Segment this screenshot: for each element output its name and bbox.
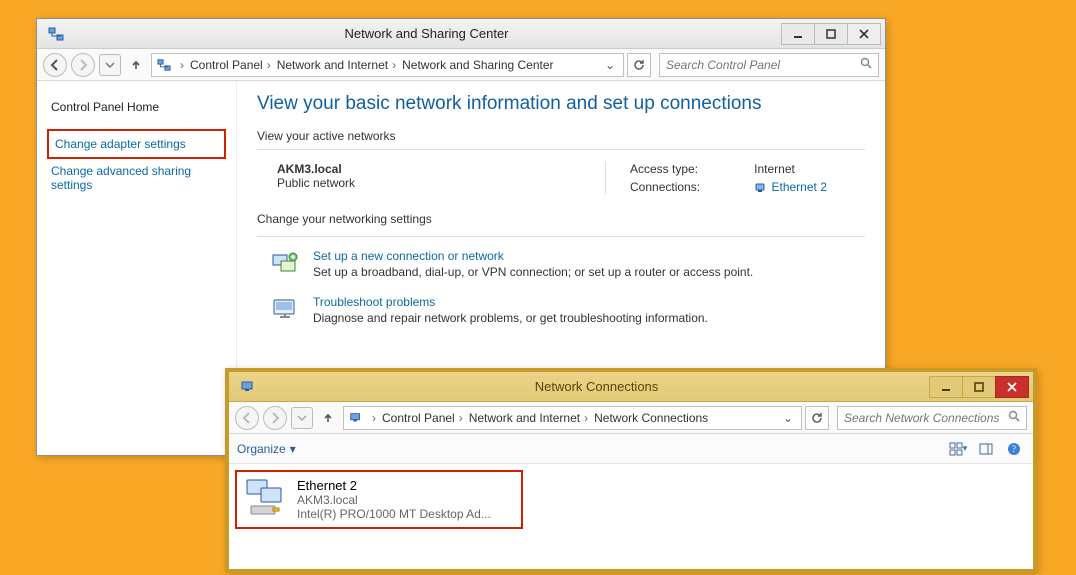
chevron-right-icon: › [263,58,275,72]
breadcrumb[interactable]: Network Connections [594,411,710,425]
breadcrumb[interactable]: › [176,58,190,72]
app-icon [239,378,257,396]
network-name: AKM3.local [277,162,565,176]
setup-connection-icon [271,249,299,277]
window-title: Network and Sharing Center [71,26,782,41]
search-input[interactable] [844,411,1008,425]
window-controls [782,23,881,45]
nav-back-button[interactable] [235,406,259,430]
change-settings-label: Change your networking settings [257,212,865,226]
toolbar: Organize ▾ ▾ ? [229,434,1033,464]
setting-troubleshoot: Troubleshoot problems Diagnose and repai… [271,295,865,325]
chevron-right-icon: › [455,411,467,425]
nav-row: › Control Panel› Network and Internet› N… [229,402,1033,434]
connections-label: Connections: [630,180,738,194]
adapter-domain: AKM3.local [297,493,517,507]
breadcrumb[interactable]: › [368,411,382,425]
adapter-device: Intel(R) PRO/1000 MT Desktop Ad... [297,507,517,521]
breadcrumb[interactable]: Network and Internet› [277,58,402,72]
access-type-label: Access type: [630,162,738,176]
divider [257,236,865,237]
chevron-right-icon: › [388,58,400,72]
nav-row: › Control Panel› Network and Internet› N… [37,49,885,81]
connection-link[interactable]: Ethernet 2 [772,180,827,194]
close-button[interactable] [847,23,881,45]
search-icon [1008,410,1020,425]
setup-connection-link[interactable]: Set up a new connection or network [313,249,753,263]
refresh-button[interactable] [627,53,651,77]
maximize-button[interactable] [814,23,848,45]
breadcrumb[interactable]: Control Panel› [190,58,277,72]
troubleshoot-desc: Diagnose and repair network problems, or… [313,311,708,325]
breadcrumb[interactable]: Network and Sharing Center [402,58,555,72]
active-networks-label: View your active networks [257,129,865,143]
adapter-item-ethernet-2[interactable]: Ethernet 2 AKM3.local Intel(R) PRO/1000 … [235,470,523,529]
troubleshoot-icon [271,295,299,323]
window-title: Network Connections [263,379,930,394]
address-bar[interactable]: › Control Panel› Network and Internet› N… [151,53,624,77]
organize-label: Organize [237,442,286,456]
breadcrumb[interactable]: Control Panel› [382,411,469,425]
nav-forward-button[interactable] [71,53,95,77]
nav-back-button[interactable] [43,53,67,77]
close-button[interactable] [995,376,1029,398]
nav-up-button[interactable] [317,407,339,429]
title-bar[interactable]: Network Connections [229,372,1033,402]
svg-text:?: ? [1012,444,1016,454]
adapter-name: Ethernet 2 [297,478,517,493]
search-box[interactable] [837,406,1027,430]
nav-forward-button[interactable] [263,406,287,430]
chevron-right-icon: › [580,411,592,425]
sidebar: Control Panel Home Change adapter settin… [37,81,237,455]
ethernet-icon [754,182,766,194]
divider [257,149,865,150]
sidebar-advanced-sharing[interactable]: Change advanced sharing settings [47,159,226,197]
setting-setup-connection: Set up a new connection or network Set u… [271,249,865,279]
refresh-button[interactable] [805,406,829,430]
chevron-right-icon: › [176,58,188,72]
preview-pane-button[interactable] [975,438,997,460]
nav-recent-button[interactable] [99,54,121,76]
troubleshoot-link[interactable]: Troubleshoot problems [313,295,708,309]
help-button[interactable]: ? [1003,438,1025,460]
minimize-button[interactable] [929,376,963,398]
sidebar-home[interactable]: Control Panel Home [47,95,226,119]
highlight-change-adapter: Change adapter settings [47,129,226,159]
title-bar[interactable]: Network and Sharing Center [37,19,885,49]
chevron-right-icon: › [368,411,380,425]
nav-up-button[interactable] [125,54,147,76]
file-list[interactable]: Ethernet 2 AKM3.local Intel(R) PRO/1000 … [229,464,1033,569]
page-title: View your basic network information and … [257,93,865,115]
address-dropdown[interactable]: ⌄ [779,411,797,425]
maximize-button[interactable] [962,376,996,398]
adapter-icon [243,478,287,518]
chevron-down-icon: ▾ [290,442,296,456]
sidebar-change-adapter[interactable]: Change adapter settings [51,132,222,156]
breadcrumb[interactable]: Network and Internet› [469,411,594,425]
address-icon [156,57,172,73]
address-dropdown[interactable]: ⌄ [601,58,619,72]
address-icon [348,410,364,426]
nav-recent-button[interactable] [291,407,313,429]
view-icons-button[interactable]: ▾ [947,438,969,460]
search-box[interactable] [659,53,879,77]
access-type-value: Internet [754,162,865,176]
search-input[interactable] [666,58,860,72]
minimize-button[interactable] [781,23,815,45]
network-type: Public network [277,176,565,190]
network-connections-window: Network Connections › Control Panel› Net… [225,368,1037,573]
app-icon [47,25,65,43]
setup-connection-desc: Set up a broadband, dial-up, or VPN conn… [313,265,753,279]
window-controls [930,376,1029,398]
search-icon [860,57,872,72]
organize-menu[interactable]: Organize ▾ [237,442,296,456]
address-bar[interactable]: › Control Panel› Network and Internet› N… [343,406,802,430]
active-network: AKM3.local Public network Access type: I… [257,162,865,194]
